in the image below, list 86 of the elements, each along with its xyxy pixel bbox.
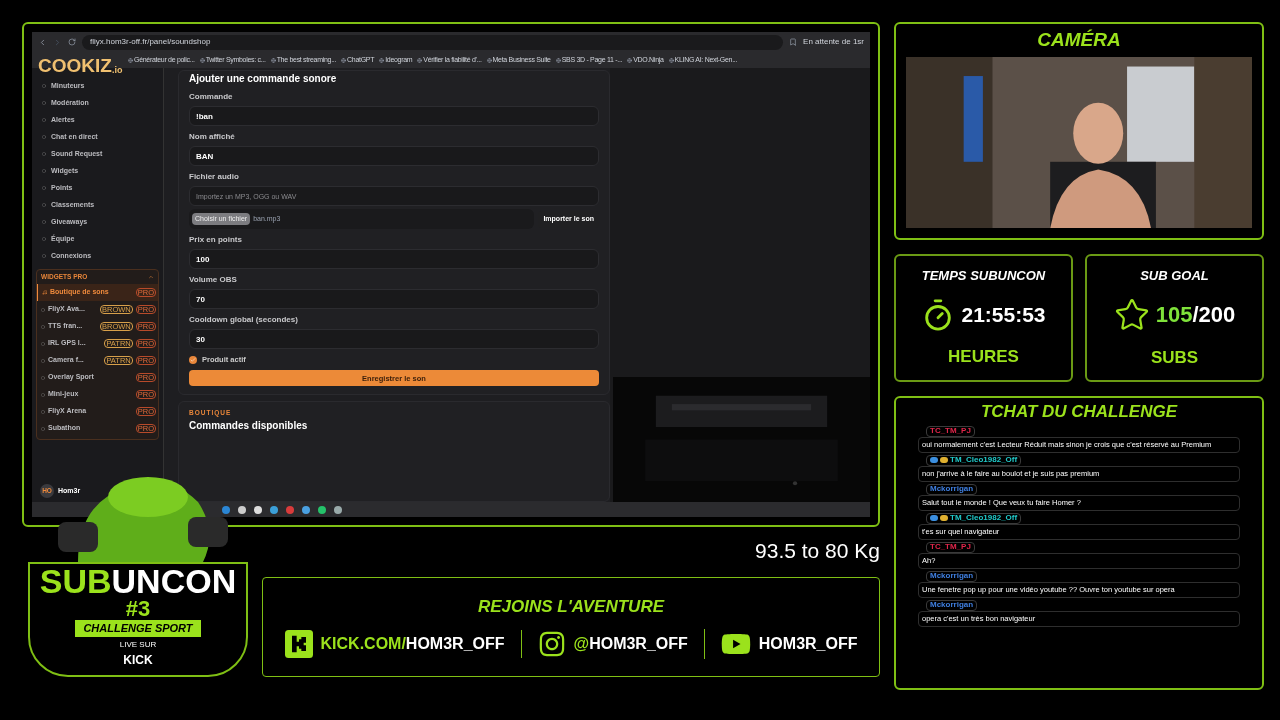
panel-title: CAMÉRA xyxy=(1037,28,1121,52)
dot-icon xyxy=(42,220,46,224)
chat-user-chip[interactable]: TC_TM_PJ xyxy=(926,541,975,553)
timer-unit: HEURES xyxy=(948,346,1019,369)
bookmark-icon[interactable] xyxy=(789,38,798,46)
dot-icon xyxy=(42,254,46,258)
dot-icon xyxy=(41,426,45,431)
timer-value: 21:55:53 xyxy=(961,302,1046,329)
dot-icon xyxy=(42,135,46,139)
section-title: Commandes disponibles xyxy=(189,419,309,433)
username: TC_TM_PJ xyxy=(930,541,971,553)
logo-live: LIVE SUR xyxy=(119,638,157,651)
dot-icon xyxy=(41,341,45,346)
dot-icon xyxy=(41,358,45,363)
dot-icon xyxy=(41,324,45,329)
social-handle[interactable]: @HOM3R_OFF xyxy=(573,632,688,657)
logo-title: SUBUNCON xyxy=(39,564,237,598)
dot-icon xyxy=(42,186,46,190)
field-label: Nom affiché xyxy=(189,131,236,143)
input-field[interactable]: 100 xyxy=(189,249,599,269)
globe-icon xyxy=(555,57,561,63)
card-title: TEMPS SUBUNCON xyxy=(921,267,1046,286)
music-note-icon xyxy=(42,290,47,295)
logo-tagline: CHALLENGE SPORT xyxy=(75,620,201,637)
kick-logo-icon xyxy=(284,630,313,659)
chat-user-chip[interactable]: Mckorrigan xyxy=(926,599,978,611)
social-handle[interactable]: HOM3R_OFF xyxy=(758,632,858,657)
username: TM_Cleo1982_Off xyxy=(950,454,1018,466)
globe-icon xyxy=(270,57,276,63)
dot-icon xyxy=(42,203,46,207)
social-handle[interactable]: KICK.COM/HOM3R_OFF xyxy=(320,632,505,657)
logo-number: #3 xyxy=(125,598,151,620)
socials-title: REJOINS L'AVENTURE xyxy=(478,595,664,618)
reload-icon[interactable] xyxy=(68,38,76,46)
address-bar[interactable]: fliyx.hom3r-off.fr/panel/soundshop xyxy=(82,34,784,50)
field-label: Fichier audio xyxy=(189,171,240,183)
dot-icon xyxy=(42,101,46,105)
username: Mckorrigan xyxy=(930,599,974,611)
username: TM_Cleo1982_Off xyxy=(950,512,1018,524)
input-field[interactable]: 30 xyxy=(189,329,599,349)
globe-icon xyxy=(199,57,205,63)
chat-user-chip[interactable]: TM_Cleo1982_Off xyxy=(926,512,1022,524)
chat-user-chip[interactable]: TC_TM_PJ xyxy=(926,425,975,437)
weight-goal: 93.5 to 80 Kg xyxy=(755,538,880,564)
dot-icon xyxy=(41,375,45,380)
username: Mckorrigan xyxy=(930,570,974,582)
form-title: Ajouter une commande sonore xyxy=(189,72,338,86)
globe-icon xyxy=(668,57,674,63)
card-title: SUB GOAL xyxy=(1140,266,1209,285)
sponsor-logo: COOKIZ.io xyxy=(38,56,123,75)
sub-count: 105/200 xyxy=(1155,301,1236,330)
input-field[interactable]: !ban xyxy=(189,106,599,126)
chat-user-chip[interactable]: Mckorrigan xyxy=(926,483,978,495)
dot-icon xyxy=(41,409,45,414)
dot-icon xyxy=(42,237,46,241)
field-label: Cooldown global (secondes) xyxy=(189,314,299,326)
check-icon xyxy=(190,356,196,363)
username: Mckorrigan xyxy=(930,483,974,495)
star-icon xyxy=(1113,297,1150,333)
sub-unit: SUBS xyxy=(1150,346,1199,369)
status-text: En attente de 1sr xyxy=(803,36,864,48)
globe-icon xyxy=(341,57,347,63)
logo-platform: KICK xyxy=(123,651,153,669)
globe-icon xyxy=(417,57,423,63)
back-icon[interactable] xyxy=(38,37,47,47)
panel-title: TCHAT DU CHALLENGE xyxy=(980,401,1178,423)
dot-icon xyxy=(42,118,46,122)
field-label: Volume OBS xyxy=(189,274,238,286)
instagram-icon xyxy=(537,630,566,659)
dot-icon xyxy=(41,392,45,397)
dot-icon xyxy=(42,169,46,173)
globe-icon xyxy=(379,57,385,63)
globe-icon xyxy=(486,57,492,63)
globe-icon xyxy=(128,57,133,63)
dot-icon xyxy=(42,84,46,88)
dot-icon xyxy=(41,307,45,312)
username: TC_TM_PJ xyxy=(930,425,971,437)
chat-user-chip[interactable]: Mckorrigan xyxy=(926,570,978,582)
field-label: Commande xyxy=(189,91,234,103)
checkbox[interactable] xyxy=(189,355,197,364)
input-field[interactable]: 70 xyxy=(189,289,599,309)
chat-user-chip[interactable]: TM_Cleo1982_Off xyxy=(926,454,1022,466)
input-field[interactable]: BAN xyxy=(189,146,599,166)
dot-icon xyxy=(42,152,46,156)
globe-icon xyxy=(627,57,633,63)
field-label: Prix en points xyxy=(189,234,243,246)
